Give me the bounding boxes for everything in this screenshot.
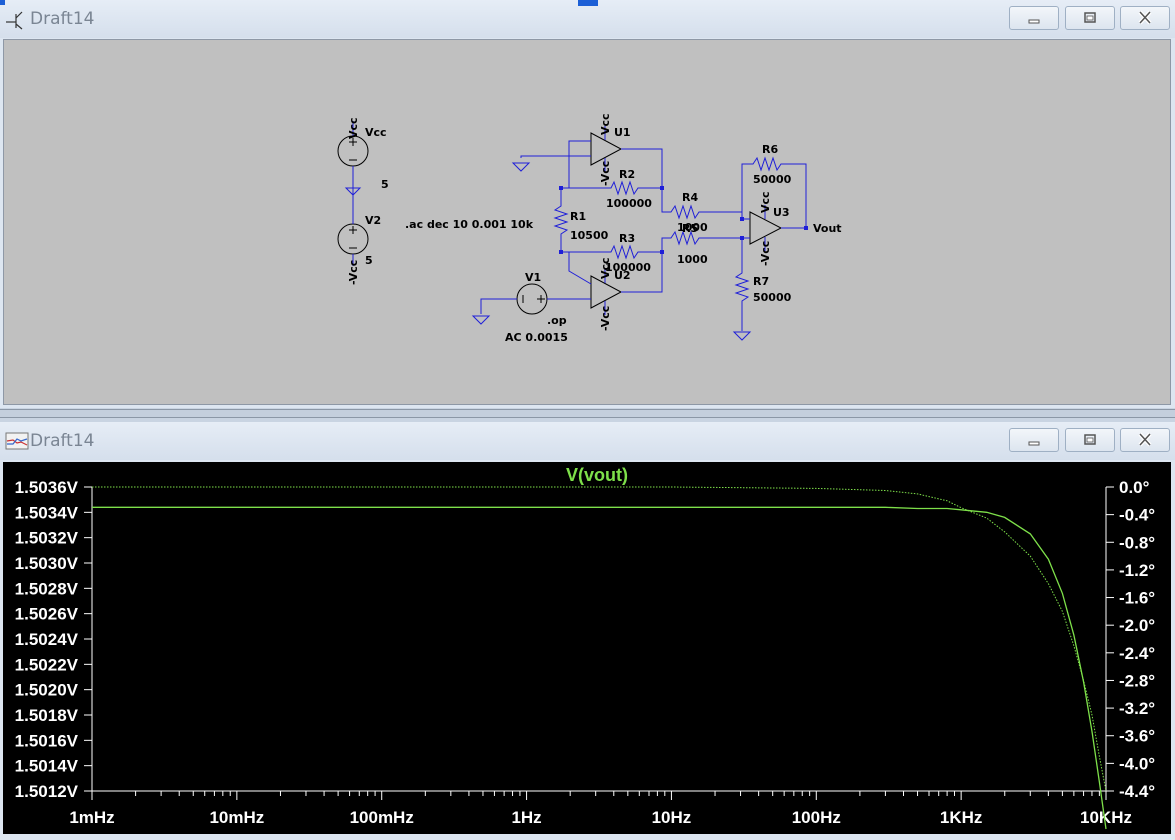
x-tick-label: 1Hz	[511, 808, 541, 827]
r2-value: 100000	[606, 197, 652, 210]
r1-value: 10500	[570, 229, 609, 242]
u2-label: U2	[614, 269, 631, 282]
ac-directive[interactable]: .ac dec 10 0.001 10k	[405, 218, 534, 231]
x-tick-label: 10mHz	[209, 808, 264, 827]
u3-label: U3	[773, 206, 790, 219]
x-tick-label: 10Hz	[652, 808, 692, 827]
x-tick-label: 10KHz	[1080, 808, 1132, 827]
chart-title[interactable]: V(vout)	[566, 465, 628, 485]
close-icon	[1138, 432, 1152, 447]
y-left-tick-label: 1.5016V	[15, 731, 79, 750]
y-right-tick-label: -2.0°	[1119, 616, 1155, 635]
y-left-tick-label: 1.5032V	[15, 529, 79, 548]
y-right-tick-label: -3.2°	[1119, 699, 1155, 718]
minimize-button[interactable]	[1009, 6, 1059, 30]
x-tick-label: 100Hz	[792, 808, 841, 827]
minimize-icon	[1028, 19, 1040, 24]
u2-neg-label: -Vcc	[599, 306, 612, 331]
y-left-tick-label: 1.5030V	[15, 554, 79, 573]
y-right-tick-label: -2.8°	[1119, 671, 1155, 690]
r2-label: R2	[619, 168, 635, 181]
waveform-icon	[5, 432, 29, 450]
u1-vcc-label: Vcc	[599, 113, 612, 135]
y-right-tick-label: -4.0°	[1119, 754, 1155, 773]
u1-label: U1	[614, 126, 631, 139]
v2-label: V2	[365, 214, 381, 227]
corner-marker	[0, 0, 5, 5]
plot-close-button[interactable]	[1120, 428, 1170, 452]
y-left-tick-label: 1.5020V	[15, 681, 79, 700]
magnitude-series-line[interactable]	[92, 506, 1107, 830]
plot-maximize-button[interactable]	[1065, 428, 1115, 452]
vcc-neg-label: -Vcc	[347, 260, 360, 285]
y-right-tick-label: -0.8°	[1119, 533, 1155, 552]
y-left-tick-label: 1.5018V	[15, 706, 79, 725]
close-button[interactable]	[1120, 6, 1170, 30]
minimize-icon	[1028, 441, 1040, 446]
y-right-tick-label: -3.6°	[1119, 727, 1155, 746]
maximize-icon	[1084, 12, 1096, 23]
schematic-window: Draft14 Vcc Vcc 5 V2 -Vcc 5 .ac dec 10 0…	[0, 0, 1175, 408]
y-right-tick-label: -1.6°	[1119, 589, 1155, 608]
r7-label: R7	[753, 275, 769, 288]
vcc-top-label: Vcc	[347, 117, 360, 139]
y-left-tick-label: 1.5036V	[15, 478, 79, 497]
y-right-tick-label: -2.4°	[1119, 644, 1155, 663]
plot-pane[interactable]: V(vout) 1.5036V 1.5034V 1.5032V 1.5030V 1.50…	[3, 462, 1171, 834]
u3-neg-label: -Vcc	[759, 241, 772, 266]
r3-label: R3	[619, 232, 635, 245]
close-icon	[1138, 10, 1152, 25]
y-left-tick-label: 1.5022V	[15, 655, 79, 674]
v2-value-label: 5	[365, 254, 373, 267]
v2-value-top-label: 5	[381, 178, 389, 191]
schematic-drawing: Vcc Vcc 5 V2 -Vcc 5 .ac dec 10 0.001 10k…	[337, 113, 842, 344]
y-right-tick-label: -0.4°	[1119, 506, 1155, 525]
r5-label: R5	[682, 222, 698, 235]
r7-value: 50000	[753, 291, 792, 304]
y-right-tick-label: -1.2°	[1119, 561, 1155, 580]
r1-label: R1	[570, 210, 586, 223]
plot-minimize-button[interactable]	[1009, 428, 1059, 452]
u3-vcc-label: Vcc	[759, 191, 772, 213]
r4-label: R4	[682, 191, 698, 204]
plot-series	[92, 486, 1107, 830]
y-left-tick-label: 1.5034V	[15, 503, 79, 522]
schematic-canvas[interactable]: Vcc Vcc 5 V2 -Vcc 5 .ac dec 10 0.001 10k…	[3, 39, 1171, 405]
maximize-icon	[1084, 434, 1096, 445]
y-left-tick-label: 1.5028V	[15, 579, 79, 598]
y-right-tick-label: 0.0°	[1119, 478, 1150, 497]
vout-plot[interactable]: V(vout) 1.5036V1.5034V1.5032V1.5030V1.50…	[3, 462, 1171, 834]
maximize-button[interactable]	[1065, 6, 1115, 30]
plot-titlebar[interactable]: Draft14	[0, 422, 1175, 460]
y-left-tick-label: 1.5026V	[15, 605, 79, 624]
v1-label: V1	[525, 271, 541, 284]
x-tick-label: 1mHz	[69, 808, 114, 827]
y-left-tick-label: 1.5014V	[15, 757, 79, 776]
u2-vcc-label: Vcc	[599, 257, 612, 279]
vout-label: Vout	[813, 222, 842, 235]
plot-window-title: Draft14	[30, 431, 95, 451]
r5-value: 1000	[677, 253, 708, 266]
op-directive[interactable]: .op	[547, 314, 567, 327]
x-tick-label: 100mHz	[350, 808, 414, 827]
schematic-window-title: Draft14	[30, 9, 95, 29]
selection-marker	[578, 0, 598, 6]
v1-ac-value: AC 0.0015	[505, 331, 568, 344]
r6-value: 50000	[753, 173, 792, 186]
u1-neg-label: -Vcc	[599, 161, 612, 186]
phase-series-line[interactable]	[92, 486, 1107, 792]
y-left-tick-label: 1.5024V	[15, 630, 79, 649]
plot-axes: 1.5036V 1.5034V 1.5032V 1.5030V 1.5028V 1.502…	[15, 478, 1156, 827]
x-tick-label: 1KHz	[940, 808, 983, 827]
y-right-tick-label: -4.4°	[1119, 782, 1155, 801]
vcc-label: Vcc	[365, 126, 387, 139]
y-left-tick-label: 1.5012V	[15, 782, 79, 801]
r6-label: R6	[762, 143, 778, 156]
window-splitter[interactable]	[0, 409, 1175, 418]
schematic-icon	[6, 11, 23, 30]
